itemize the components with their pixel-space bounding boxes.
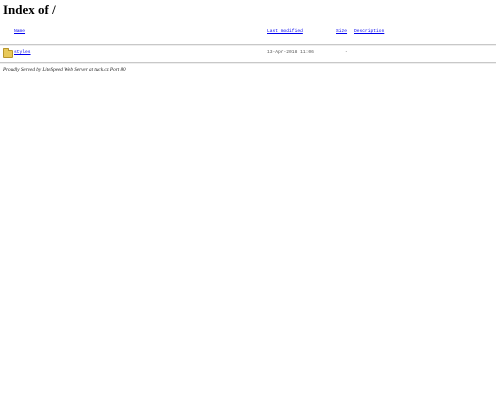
column-header-name[interactable]: Name [14,26,25,38]
entry-name-link[interactable]: styles [14,47,31,59]
header-divider [0,44,496,45]
entry-last-modified: 13-Apr-2018 11:06 [267,50,314,55]
page-title: Index of / [3,2,56,17]
listing-table: Name Last modified Size Description [0,26,500,38]
entry-size: - [345,50,348,55]
column-header-description[interactable]: Description [354,26,384,38]
directory-listing-page: Index of / Name Last modified Size Descr… [0,0,500,417]
column-header-last-modified[interactable]: Last modified [267,26,303,38]
table-row: styles 13-Apr-2018 11:06 - [0,47,500,59]
server-signature: Proudly Served by LiteSpeed Web Server a… [3,67,126,73]
footer-divider [0,62,496,63]
table-header-row: Name Last modified Size Description [0,26,500,38]
column-header-size[interactable]: Size [336,26,347,38]
